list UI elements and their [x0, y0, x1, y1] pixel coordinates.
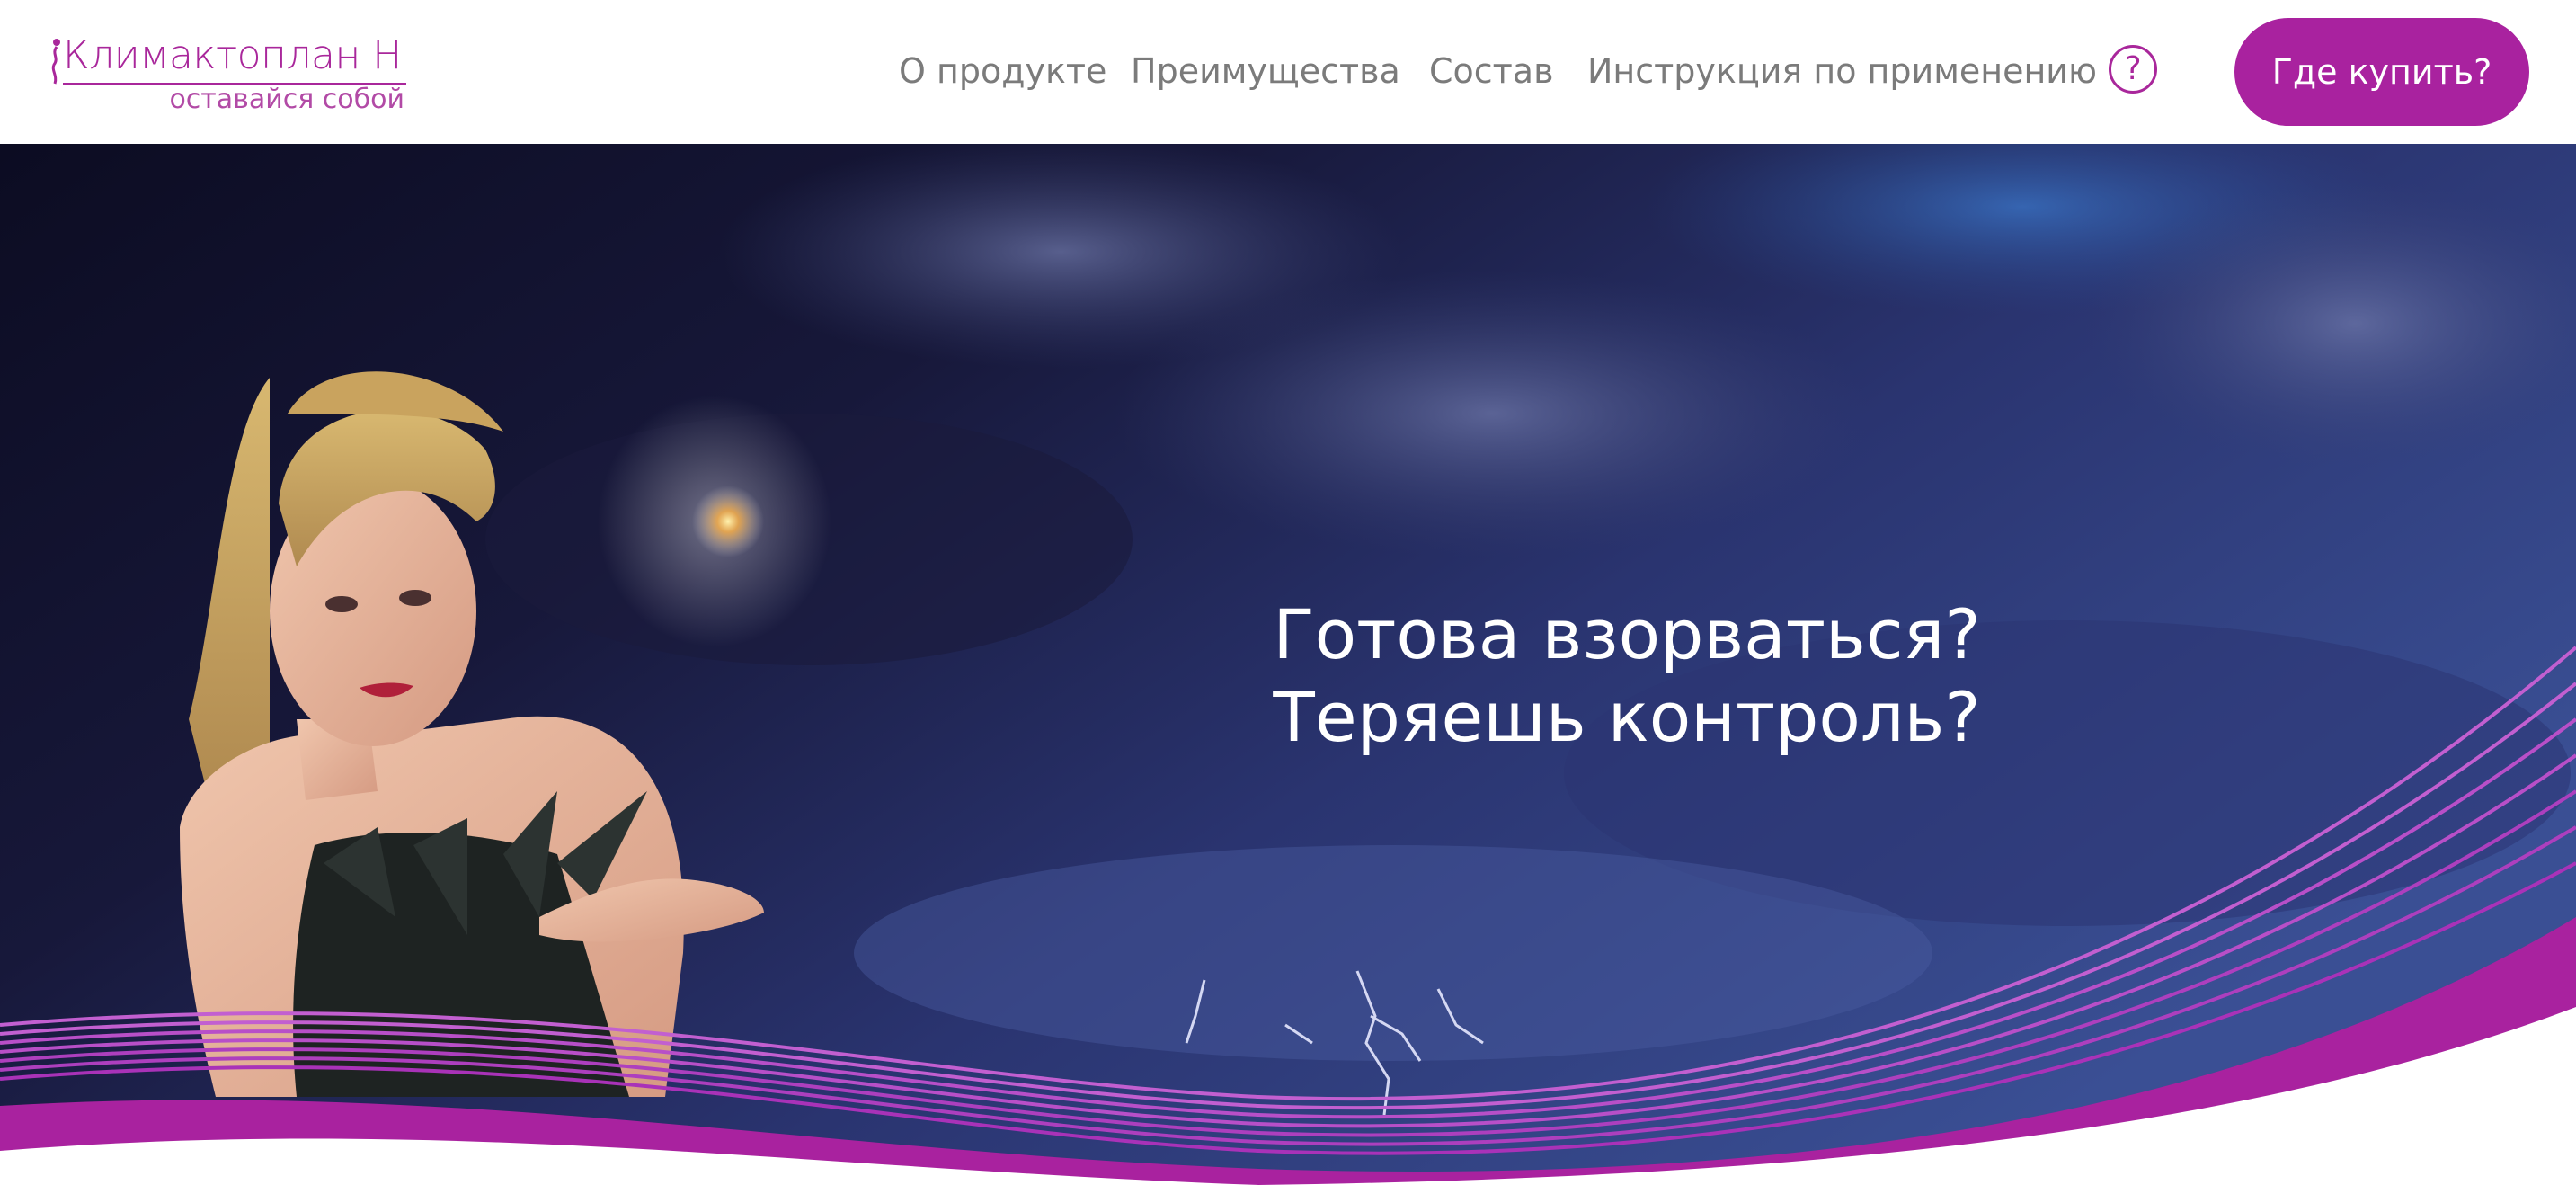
nav-item-composition[interactable]: Состав: [1429, 47, 1554, 95]
hero-banner: Готова взорваться? Теряешь контроль?: [0, 144, 2576, 1185]
woman-silhouette-icon: [51, 39, 60, 85]
question-icon[interactable]: ?: [2109, 45, 2157, 94]
nav-item-advantages[interactable]: Преимущества: [1131, 47, 1400, 95]
site-header: Климактоплан Н оставайся собой О продукт…: [0, 0, 2576, 144]
nav-item-about[interactable]: О продукте: [899, 47, 1106, 95]
hero-headline-line1: Готова взорваться?: [1273, 594, 1981, 674]
nav-item-instructions[interactable]: Инструкция по применению: [1587, 47, 2097, 95]
hero-headline-line2: Теряешь контроль?: [1273, 677, 1981, 757]
logo[interactable]: Климактоплан Н оставайся собой: [49, 31, 408, 117]
logo-title: Климактоплан Н: [63, 32, 402, 78]
hero-headline: Готова взорваться? Теряешь контроль?: [1150, 593, 2103, 759]
logo-tagline: оставайся собой: [169, 84, 404, 115]
where-to-buy-button[interactable]: Где купить?: [2234, 18, 2529, 126]
